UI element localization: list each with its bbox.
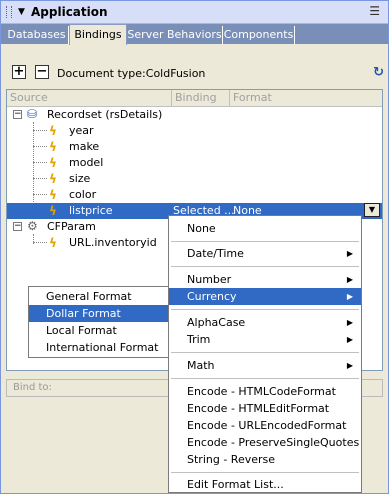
remove-binding-button[interactable]: − <box>35 65 49 79</box>
column-source[interactable]: Source <box>10 91 48 104</box>
tree-item-label: Recordset (rsDetails) <box>47 108 163 121</box>
lightning-bolt-icon: ϟ <box>49 124 57 138</box>
panel-title: Application <box>31 5 108 19</box>
tree-item-label: CFParam <box>47 220 96 233</box>
tree-item-recordset[interactable]: − ⛁ Recordset (rsDetails) <box>7 107 382 123</box>
submenu-arrow-icon: ▶ <box>346 292 353 301</box>
lightning-bolt-icon: ϟ <box>49 188 57 202</box>
menu-item-encode-urlencodedformat[interactable]: Encode - URLEncodedFormat <box>169 417 361 434</box>
menu-item-trim[interactable]: Trim ▶ <box>169 331 361 348</box>
gripper-icon[interactable] <box>6 6 12 18</box>
tab-server-behaviors[interactable]: Server Behaviors <box>127 26 223 44</box>
cfparam-icon: ⚙ <box>27 219 38 233</box>
submenu-arrow-icon: ▶ <box>346 318 353 327</box>
menu-item-alphacase[interactable]: AlphaCase ▶ <box>169 314 361 331</box>
document-type-label: Document type:ColdFusion <box>57 67 206 80</box>
tree-item-color[interactable]: ϟ color <box>7 187 382 203</box>
tab-components[interactable]: Components <box>223 26 295 44</box>
submenu-item-general-format[interactable]: General Format <box>29 288 168 305</box>
submenu-item-dollar-format[interactable]: Dollar Format <box>29 305 168 322</box>
add-binding-button[interactable]: + <box>12 65 26 79</box>
refresh-icon[interactable]: ↻ <box>373 65 384 80</box>
collapse-icon[interactable]: − <box>13 222 22 231</box>
menu-item-none[interactable]: None <box>169 220 361 237</box>
format-menu: None Date/Time ▶ Number ▶ Currency ▶ AlphaC… <box>168 215 362 493</box>
menu-item-number[interactable]: Number ▶ <box>169 271 361 288</box>
submenu-item-local-format[interactable]: Local Format <box>29 322 168 339</box>
tab-bindings[interactable]: Bindings <box>69 24 127 45</box>
menu-item-string-reverse[interactable]: String - Reverse <box>169 451 361 468</box>
lightning-bolt-icon: ϟ <box>49 140 57 154</box>
column-format[interactable]: Format <box>233 91 272 104</box>
panel-title-bar[interactable]: ▼ Application ☰ <box>1 1 388 24</box>
currency-submenu: General Format Dollar Format Local Forma… <box>28 286 169 358</box>
menu-item-encode-htmleditformat[interactable]: Encode - HTMLEditFormat <box>169 400 361 417</box>
submenu-arrow-icon: ▶ <box>346 335 353 344</box>
lightning-bolt-icon: ϟ <box>49 236 57 250</box>
submenu-arrow-icon: ▶ <box>346 249 353 258</box>
collapse-triangle-icon[interactable]: ▼ <box>18 7 25 17</box>
panel-options-icon[interactable]: ☰ <box>369 4 380 18</box>
menu-item-math[interactable]: Math ▶ <box>169 357 361 374</box>
tree-item-label: year <box>69 124 94 137</box>
submenu-arrow-icon: ▶ <box>346 275 353 284</box>
tree-item-model[interactable]: ϟ model <box>7 155 382 171</box>
menu-item-edit-format-list[interactable]: Edit Format List... <box>169 476 361 493</box>
tree-item-label: model <box>69 156 104 169</box>
tree-item-label: color <box>69 188 97 201</box>
menu-item-encode-preservesinglequotes[interactable]: Encode - PreserveSingleQuotes <box>169 434 361 451</box>
lightning-bolt-icon: ϟ <box>49 204 57 218</box>
tree-item-label: URL.inventoryid <box>69 236 157 249</box>
tree-item-year[interactable]: ϟ year <box>7 123 382 139</box>
column-binding[interactable]: Binding <box>175 91 217 104</box>
menu-item-encode-htmlcodeformat[interactable]: Encode - HTMLCodeFormat <box>169 383 361 400</box>
toolbar: + − Document type:ColdFusion ↻ <box>1 45 388 83</box>
collapse-icon[interactable]: − <box>13 110 22 119</box>
tab-bar: Databases Bindings Server Behaviors Comp… <box>1 24 388 45</box>
lightning-bolt-icon: ϟ <box>49 156 57 170</box>
tab-databases[interactable]: Databases <box>5 26 69 44</box>
tree-item-label: listprice <box>69 204 113 217</box>
lightning-bolt-icon: ϟ <box>49 172 57 186</box>
tree-item-make[interactable]: ϟ make <box>7 139 382 155</box>
menu-item-currency[interactable]: Currency ▶ <box>169 288 361 305</box>
menu-item-date-time[interactable]: Date/Time ▶ <box>169 245 361 262</box>
tree-item-label: size <box>69 172 91 185</box>
tree-item-size[interactable]: ϟ size <box>7 171 382 187</box>
recordset-icon: ⛁ <box>27 107 38 121</box>
format-dropdown-button[interactable]: ▼ <box>364 203 380 217</box>
bind-to-label: Bind to: <box>13 382 52 393</box>
tree-item-label: make <box>69 140 100 153</box>
submenu-arrow-icon: ▶ <box>346 361 353 370</box>
submenu-item-international-format[interactable]: International Format <box>29 339 168 356</box>
column-header: Source Binding Format <box>7 90 382 107</box>
